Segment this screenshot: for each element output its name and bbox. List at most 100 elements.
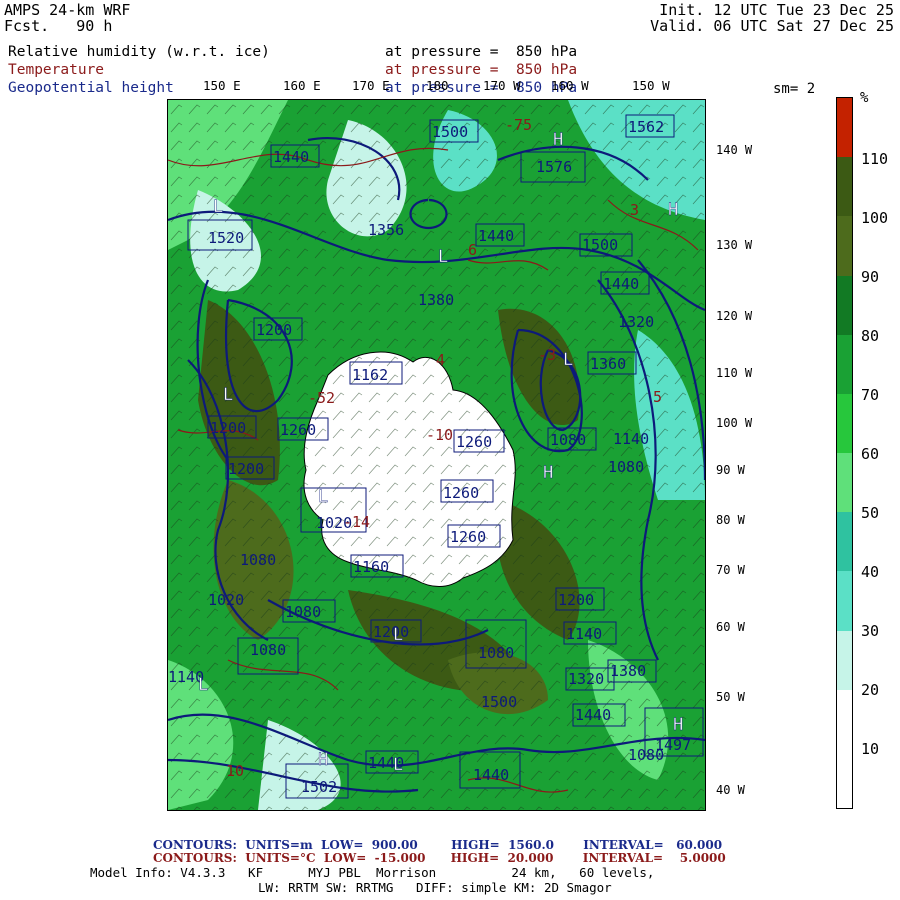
height-label: 1440 (273, 148, 309, 166)
colorbar-segment (837, 393, 852, 454)
height-label: 1260 (450, 528, 486, 546)
colorbar-segment (837, 275, 852, 336)
top-tick: 170 W (483, 78, 521, 93)
right-tick: 70 W (716, 563, 745, 577)
map-panel: 1440 1500 1562 1576 1520 1356 1440 1500 … (167, 99, 706, 811)
right-tick: 120 W (716, 309, 753, 323)
field-temp-level: at pressure = 850 hPa (385, 62, 578, 78)
height-label: 1260 (456, 433, 492, 451)
height-label: 1320 (568, 670, 604, 688)
colorbar-segment (837, 571, 852, 631)
low-center-label: L (213, 197, 223, 217)
temp-label: 4 (436, 351, 445, 369)
height-label: 1140 (566, 625, 602, 643)
colorbar-segment (837, 98, 852, 158)
height-label: 1500 (481, 693, 517, 711)
low-center-label: L (318, 487, 328, 507)
height-label: 1080 (550, 431, 586, 449)
colorbar-segment (837, 453, 852, 513)
height-label: 1502 (301, 778, 337, 796)
temp-label: -14 (343, 513, 370, 531)
height-label: 1140 (613, 430, 649, 448)
low-center-label: L (198, 675, 208, 695)
top-tick: 180 (426, 78, 449, 93)
low-center-label: L (393, 625, 403, 645)
height-label: 1080 (250, 641, 286, 659)
height-label: 1380 (418, 291, 454, 309)
colorbar-label: 50 (861, 504, 880, 522)
height-label: 1440 (575, 706, 611, 724)
height-label: 1162 (352, 366, 388, 384)
colorbar-label: 20 (861, 681, 880, 699)
top-tick: 160 W (551, 78, 589, 93)
top-tick: 160 E (283, 78, 321, 93)
height-label: 1200 (210, 419, 246, 437)
height-label: 1520 (208, 229, 244, 247)
right-tick: 80 W (716, 513, 745, 527)
height-label: 1080 (608, 458, 644, 476)
low-center-label: L (393, 755, 403, 775)
colorbar-segment (837, 157, 852, 217)
colorbar-label: 10 (861, 740, 880, 758)
right-tick: 90 W (716, 463, 745, 477)
height-label: 1500 (432, 123, 468, 141)
right-tick: 50 W (716, 690, 745, 704)
height-label: 1080 (628, 746, 664, 764)
height-label: 1080 (478, 644, 514, 662)
colorbar-segment (837, 689, 852, 750)
height-label: 1576 (536, 158, 572, 176)
valid-time: Valid. 06 UTC Sat 27 Dec 25 (650, 17, 894, 35)
field-rh-label: Relative humidity (w.r.t. ice) (8, 44, 270, 60)
footer-model-info: Model Info: V4.3.3 KF MYJ PBL Morrison 2… (90, 865, 655, 880)
low-center-label: L (438, 247, 448, 267)
high-center-label: H (673, 715, 683, 735)
forecast-hour: Fcst. 90 h (4, 17, 113, 35)
height-label: 1160 (353, 558, 389, 576)
colorbar-segment (837, 630, 852, 691)
colorbar-unit: % (860, 90, 869, 106)
low-center-label: L (563, 350, 573, 370)
colorbar-label: 110 (861, 150, 889, 168)
high-center-label: H (543, 463, 553, 483)
field-rh-level: at pressure = 850 hPa (385, 44, 578, 60)
temp-label: -75 (505, 116, 532, 134)
height-label: 1200 (228, 460, 264, 478)
footer-contours-temp: CONTOURS: UNITS=°C LOW= -15.000 HIGH= 20… (153, 851, 726, 865)
temp-label: 5 (653, 388, 662, 406)
temp-label: -10 (426, 426, 453, 444)
height-label: 1080 (240, 551, 276, 569)
colorbar-label: 90 (861, 268, 880, 286)
height-label: 1562 (628, 118, 664, 136)
footer-physics-info: LW: RRTM SW: RRTMG DIFF: simple KM: 2D S… (258, 880, 612, 895)
temp-label: -3 (538, 346, 556, 364)
height-label: 1360 (590, 355, 626, 373)
header-right: Init. 12 UTC Tue 23 Dec 25 Valid. 06 UTC… (650, 2, 894, 34)
field-height-level: at pressure = 850 hPa (385, 80, 578, 96)
height-label: 1260 (443, 484, 479, 502)
height-label: 1260 (280, 421, 316, 439)
colorbar-label: 80 (861, 327, 880, 345)
footer-contours-height: CONTOURS: UNITS=m LOW= 900.00 HIGH= 1560… (153, 838, 723, 852)
field-temp-label: Temperature (8, 62, 105, 78)
height-label: 1320 (618, 313, 654, 331)
colorbar-label: 40 (861, 563, 880, 581)
top-tick: 150 W (632, 78, 670, 93)
top-tick: 170 E (352, 78, 390, 93)
header-left: AMPS 24-km WRF Fcst. 90 h (4, 2, 130, 34)
height-label: 1200 (373, 623, 409, 641)
top-tick: 150 E (203, 78, 241, 93)
temp-label: 10 (226, 762, 244, 780)
height-label: 1020 (208, 591, 244, 609)
high-center-label: H (668, 200, 678, 220)
height-label: 1200 (558, 591, 594, 609)
colorbar-label: 60 (861, 445, 880, 463)
right-tick: 60 W (716, 620, 745, 634)
colorbar (836, 97, 853, 809)
height-label: 1356 (368, 221, 404, 239)
right-tick: 130 W (716, 238, 753, 252)
height-label: 1080 (285, 603, 321, 621)
right-tick: 110 W (716, 366, 753, 380)
temp-label: 3 (630, 201, 639, 219)
colorbar-label: 100 (861, 209, 889, 227)
colorbar-label: 30 (861, 622, 880, 640)
